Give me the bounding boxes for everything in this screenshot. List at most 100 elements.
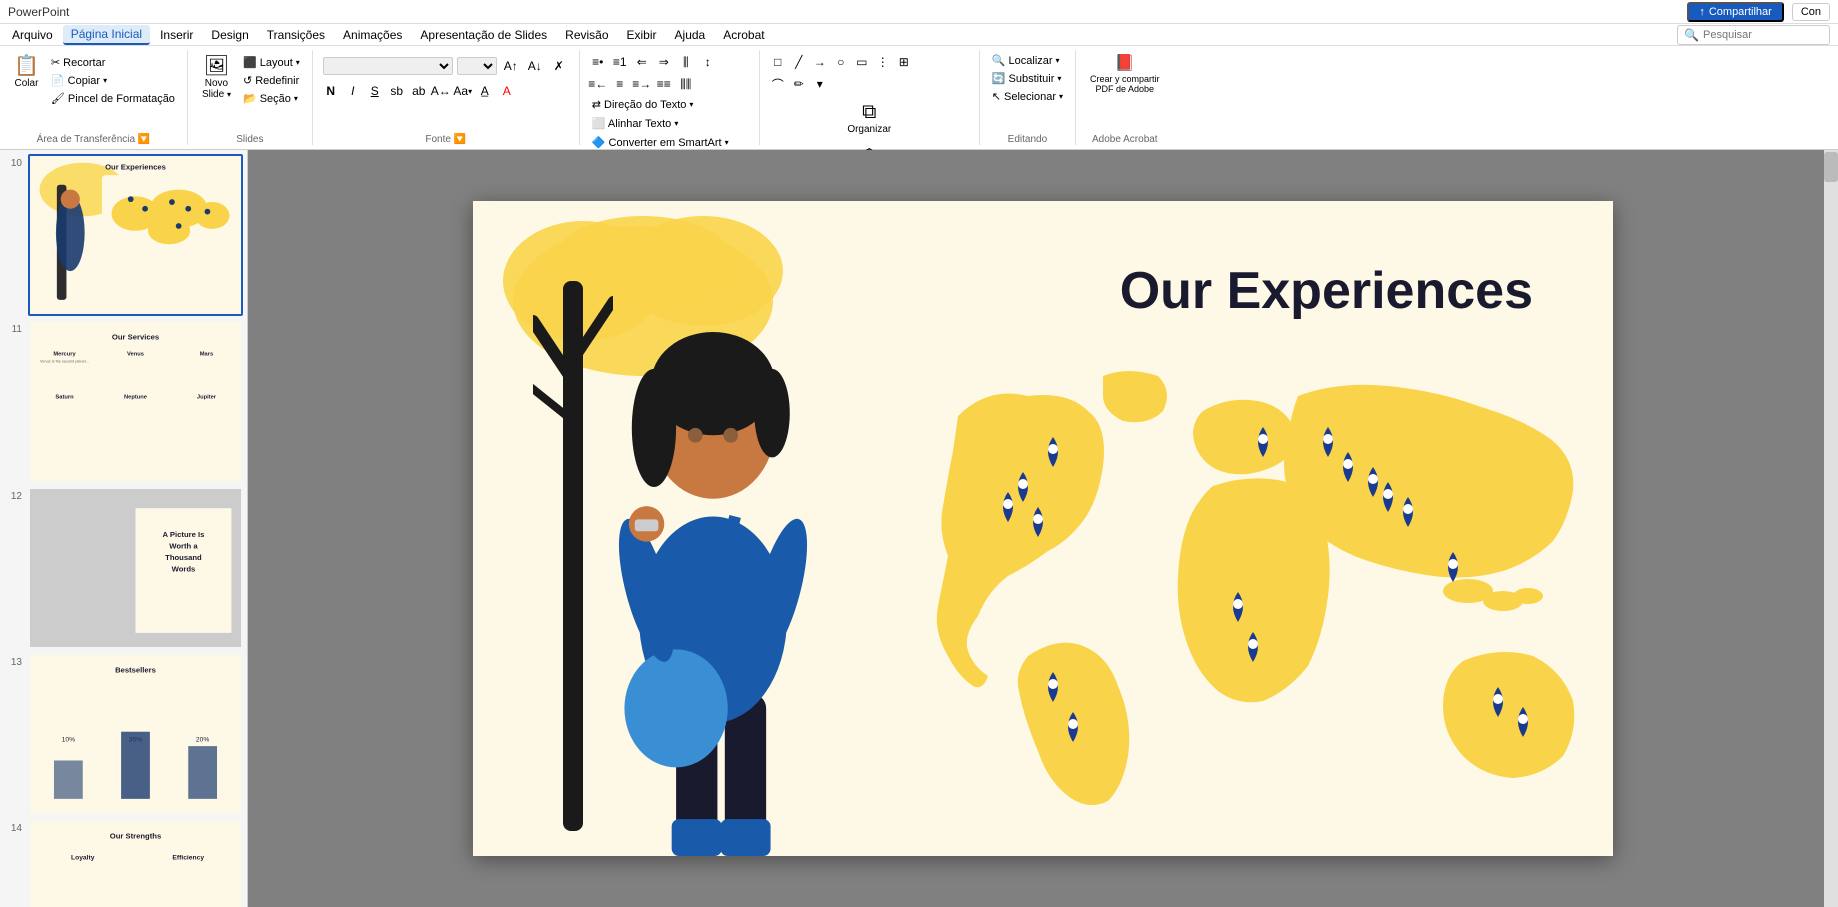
arrow-shape-button[interactable]: → (810, 52, 830, 72)
acrobat-pdf-button[interactable]: 📕 Crear y compartirPDF de Adobe (1084, 52, 1166, 98)
redefinir-button[interactable]: ↺ Redefinir (239, 72, 304, 89)
pincel-button[interactable]: 🖌 Pincel de Formatação (47, 90, 179, 107)
localizar-button[interactable]: 🔍 Localizar ▾ (988, 52, 1067, 69)
font-family-select[interactable] (323, 57, 453, 75)
copiar-button[interactable]: 📄 Copiar ▾ (47, 72, 179, 89)
slide-title: Our Experiences (1120, 261, 1533, 321)
clear-format-button[interactable]: ✗ (549, 56, 569, 76)
rect-shape-button[interactable]: □ (768, 52, 788, 72)
font-color-button[interactable]: A (497, 81, 517, 101)
layout-button[interactable]: ⬛ Layout ▾ (239, 54, 304, 71)
col-button[interactable]: ⫼ (676, 52, 696, 72)
align-right-button[interactable]: ≡→ (632, 74, 652, 94)
highlight-button[interactable]: A̲ (475, 81, 495, 101)
comentarios-button[interactable]: Con (1792, 3, 1830, 21)
align-left-button[interactable]: ≡← (588, 74, 608, 94)
slide-thumb-10[interactable]: Our Experiences (28, 154, 243, 316)
menu-animacoes[interactable]: Animações (335, 26, 410, 44)
decrease-font-button[interactable]: A↓ (525, 56, 545, 76)
slide-item-14[interactable]: 14 Our Strengths Loyalty Efficiency Reli… (4, 819, 243, 907)
bullet-list-button[interactable]: ≡• (588, 52, 608, 72)
convert-smartart-button[interactable]: 🔷 Converter em SmartArt ▾ (588, 134, 733, 151)
svg-text:A Picture Is: A Picture Is (163, 529, 205, 538)
svg-text:Thousand: Thousand (165, 552, 202, 561)
organizar-button[interactable]: ⧉ Organizar (770, 98, 969, 139)
world-map (908, 356, 1588, 816)
increase-indent-button[interactable]: ⇒ (654, 52, 674, 72)
curve-button[interactable]: ⌒ (768, 74, 788, 94)
underline-button[interactable]: S (365, 81, 385, 101)
direction-button[interactable]: ⇄ Direção do Texto ▾ (588, 96, 698, 113)
shape-grid-button[interactable]: ⊞ (894, 52, 914, 72)
pdf-icon: 📕 (1115, 56, 1135, 72)
menu-ajuda[interactable]: Ajuda (667, 26, 714, 44)
col2-button[interactable]: ⫼⫼ (676, 74, 696, 94)
svg-text:Efficiency: Efficiency (172, 854, 204, 861)
shapes-more-button[interactable]: ▾ (810, 74, 830, 94)
menu-inserir[interactable]: Inserir (152, 26, 201, 44)
increase-font-button[interactable]: A↑ (501, 56, 521, 76)
secao-button[interactable]: 📂 Seção ▾ (239, 90, 304, 107)
menu-exibir[interactable]: Exibir (619, 26, 665, 44)
svg-text:Our Experiences: Our Experiences (105, 162, 166, 171)
svg-text:Loyalty: Loyalty (71, 854, 95, 861)
paste-icon: 📋 (14, 56, 39, 76)
organize-icon: ⧉ (862, 102, 876, 122)
compartilhar-button[interactable]: ↑ Compartilhar (1687, 2, 1783, 22)
ribbon-group-acrobat: 📕 Crear y compartirPDF de Adobe Adobe Ac… (1076, 50, 1174, 145)
case-button[interactable]: Aa ▾ (453, 81, 473, 101)
menu-revisao[interactable]: Revisão (557, 26, 616, 44)
novo-slide-button[interactable]: 🖼 NovoSlide ▾ (196, 52, 237, 104)
substituir-button[interactable]: 🔄 Substituir ▾ (988, 70, 1067, 87)
ribbon-group-slides: 🖼 NovoSlide ▾ ⬛ Layout ▾ ↺ Redefinir 📂 S… (188, 50, 313, 145)
more-shapes-button[interactable]: ⋮ (873, 52, 893, 72)
slide-item-10[interactable]: 10 (4, 154, 243, 316)
svg-text:Our Services: Our Services (112, 333, 159, 342)
shadow-button[interactable]: ab (409, 81, 429, 101)
new-slide-icon: 🖼 (204, 56, 229, 76)
menu-transicoes[interactable]: Transições (259, 26, 333, 44)
svg-text:Bestsellers: Bestsellers (115, 665, 156, 674)
bold-button[interactable]: N (321, 81, 341, 101)
font-size-select[interactable] (457, 57, 497, 75)
slide-item-11[interactable]: 11 Our Services Mercury Venus is the sec… (4, 320, 243, 482)
slide-thumb-13[interactable]: Bestsellers 10% 35% 20% (28, 653, 243, 815)
menu-apresentacao[interactable]: Apresentação de Slides (412, 26, 555, 44)
align-center-button[interactable]: ≡ (610, 74, 630, 94)
slide-thumb-11[interactable]: Our Services Mercury Venus is the second… (28, 320, 243, 482)
menu-arquivo[interactable]: Arquivo (4, 26, 61, 44)
slide-canvas[interactable]: Our Experiences (473, 201, 1613, 856)
align-text-button[interactable]: ⬜ Alinhar Texto ▾ (588, 115, 683, 132)
slide-item-12[interactable]: 12 A Picture Is Worth a Thousand Words (4, 487, 243, 649)
slide-thumb-14[interactable]: Our Strengths Loyalty Efficiency Reliabi… (28, 819, 243, 907)
vertical-scrollbar[interactable] (1824, 150, 1838, 907)
line-spacing-button[interactable]: ↕ (698, 52, 718, 72)
char-spacing-button[interactable]: A↔ (431, 81, 451, 101)
strikethrough-button[interactable]: sb (387, 81, 407, 101)
line-shape-button[interactable]: ╱ (789, 52, 809, 72)
freeform-button[interactable]: ✏ (789, 74, 809, 94)
menu-acrobat[interactable]: Acrobat (715, 26, 772, 44)
main-layout: 10 (0, 150, 1838, 907)
app-name: PowerPoint (8, 5, 69, 19)
rounded-rect-button[interactable]: ▭ (852, 52, 872, 72)
italic-button[interactable]: I (343, 81, 363, 101)
svg-text:10%: 10% (62, 736, 75, 743)
decrease-indent-button[interactable]: ⇐ (632, 52, 652, 72)
numbered-list-button[interactable]: ≡1 (610, 52, 630, 72)
oval-shape-button[interactable]: ○ (831, 52, 851, 72)
slide-item-13[interactable]: 13 Bestsellers 10% 35% 20% (4, 653, 243, 815)
menu-pagina-inicial[interactable]: Página Inicial (63, 25, 150, 45)
editando-label: Editando (988, 132, 1067, 145)
share-icon: ↑ (1699, 6, 1705, 18)
colar-button[interactable]: 📋 Colar (8, 52, 45, 93)
search-input[interactable] (1703, 29, 1823, 41)
svg-text:Jupiter: Jupiter (197, 395, 217, 401)
menu-design[interactable]: Design (203, 26, 256, 44)
justify-button[interactable]: ≡≡ (654, 74, 674, 94)
selecionar-button[interactable]: ↖ Selecionar ▾ (988, 88, 1067, 105)
svg-text:Saturn: Saturn (55, 395, 74, 401)
slide-thumb-12[interactable]: A Picture Is Worth a Thousand Words (28, 487, 243, 649)
recortar-button[interactable]: ✂ Recortar (47, 54, 179, 71)
scrollbar-thumb[interactable] (1824, 152, 1838, 182)
